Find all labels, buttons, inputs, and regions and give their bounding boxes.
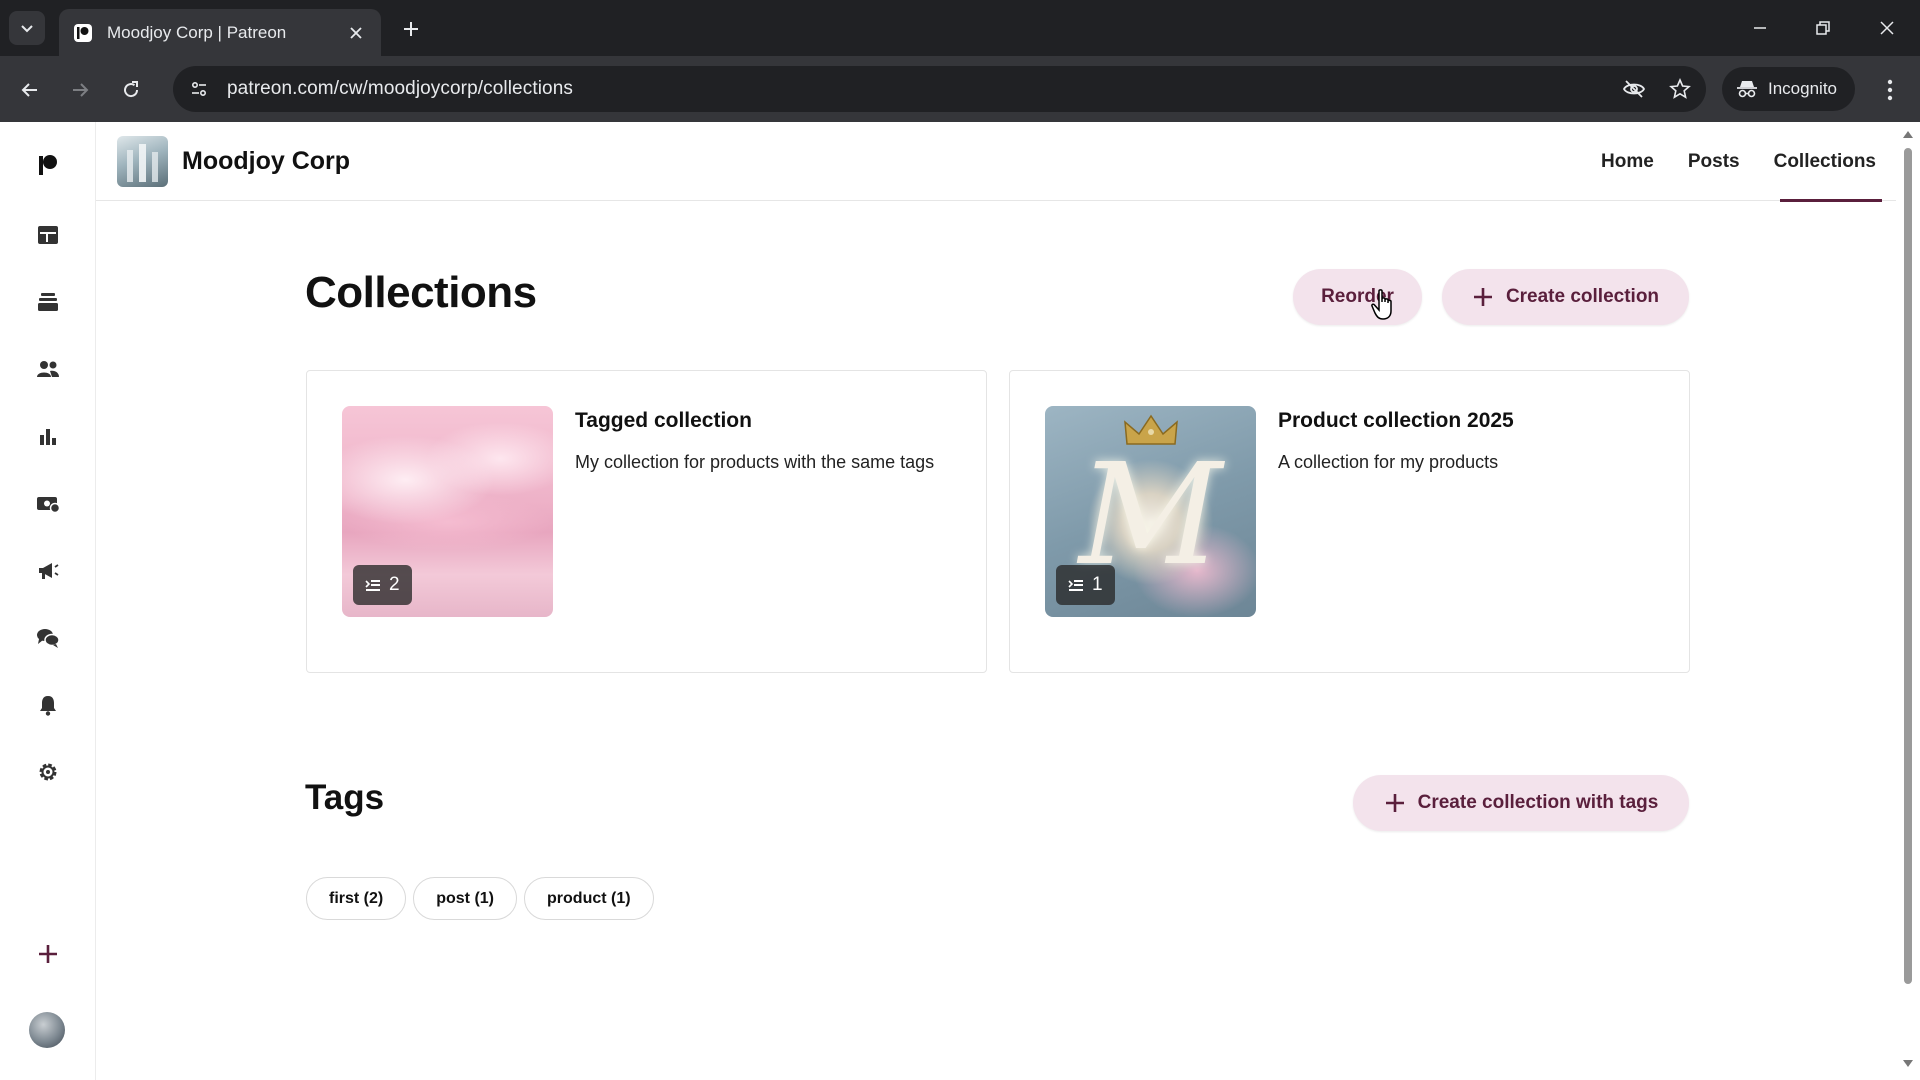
close-tab-icon[interactable] xyxy=(345,22,367,44)
collection-thumbnail: M 1 xyxy=(1045,406,1256,617)
browser-tab-active[interactable]: Moodjoy Corp | Patreon xyxy=(59,9,381,56)
payouts-icon[interactable] xyxy=(28,484,68,524)
posts-icon xyxy=(1068,580,1083,591)
minimize-window-button[interactable] xyxy=(1738,10,1782,46)
collection-card[interactable]: 2 Tagged collection My collection for pr… xyxy=(306,370,987,673)
posts-icon xyxy=(365,580,380,591)
create-collection-with-tags-label: Create collection with tags xyxy=(1417,792,1659,813)
patreon-logo-icon[interactable] xyxy=(28,145,68,185)
creator-nav: Home Posts Collections xyxy=(1567,122,1883,202)
user-avatar[interactable] xyxy=(29,1012,65,1048)
nav-home[interactable]: Home xyxy=(1601,122,1654,201)
post-count-badge: 1 xyxy=(1056,565,1115,605)
close-window-button[interactable] xyxy=(1865,10,1909,46)
page-scrollbar[interactable] xyxy=(1896,122,1920,1080)
insights-icon[interactable] xyxy=(28,417,68,457)
collection-title[interactable]: Tagged collection xyxy=(575,409,752,433)
more-vertical-icon xyxy=(1887,79,1893,101)
tag-chip[interactable]: first (2) xyxy=(306,877,407,920)
create-collection-button[interactable]: Create collection xyxy=(1442,269,1689,325)
collection-card[interactable]: M 1 Product collection 2025 A collection… xyxy=(1009,370,1690,673)
collection-thumbnail: 2 xyxy=(342,406,553,617)
plus-icon xyxy=(404,22,418,36)
arrow-right-icon xyxy=(73,83,89,97)
plus-icon xyxy=(1384,792,1406,814)
tab-search-button[interactable] xyxy=(9,11,45,45)
site-info-icon[interactable] xyxy=(179,69,219,109)
create-collection-label: Create collection xyxy=(1505,286,1660,307)
tag-chip[interactable]: post (1) xyxy=(413,877,518,920)
plus-icon xyxy=(1472,286,1494,308)
nav-collections[interactable]: Collections xyxy=(1774,122,1883,202)
scroll-up-arrow-icon[interactable] xyxy=(1903,130,1913,138)
post-count-badge: 2 xyxy=(353,565,412,605)
forward-button[interactable] xyxy=(63,73,97,107)
bookmark-star-icon[interactable] xyxy=(1660,69,1700,109)
settings-gear-icon[interactable] xyxy=(28,752,68,792)
nav-posts[interactable]: Posts xyxy=(1688,122,1740,201)
creator-avatar[interactable] xyxy=(117,136,168,187)
creator-sidebar xyxy=(0,122,96,1080)
collection-description: A collection for my products xyxy=(1278,452,1499,472)
chats-icon[interactable] xyxy=(28,618,68,658)
incognito-indicator[interactable]: Incognito xyxy=(1722,67,1855,111)
stack-icon[interactable] xyxy=(28,282,68,322)
reload-button[interactable] xyxy=(114,73,148,107)
scrollbar-thumb[interactable] xyxy=(1904,148,1912,984)
tab-title: Moodjoy Corp | Patreon xyxy=(107,22,287,42)
reorder-button[interactable]: Reorder xyxy=(1293,269,1422,325)
collection-title[interactable]: Product collection 2025 xyxy=(1278,409,1514,433)
arrow-left-icon xyxy=(21,83,37,97)
tag-chip[interactable]: product (1) xyxy=(524,877,654,920)
patreon-favicon-icon xyxy=(73,23,93,43)
audience-icon[interactable] xyxy=(28,349,68,389)
address-bar[interactable]: patreon.com/cw/moodjoycorp/collections xyxy=(173,66,1706,112)
hand-cursor-icon xyxy=(1371,289,1392,320)
promotions-icon[interactable] xyxy=(28,550,68,590)
restore-window-button[interactable] xyxy=(1801,10,1845,46)
page-title: Collections xyxy=(305,268,537,317)
browser-menu-button[interactable] xyxy=(1873,73,1907,107)
browser-toolbar: patreon.com/cw/moodjoycorp/collections I… xyxy=(0,56,1920,122)
back-button[interactable] xyxy=(13,73,47,107)
incognito-icon xyxy=(1737,81,1757,98)
new-tab-button[interactable] xyxy=(396,14,426,44)
incognito-label: Incognito xyxy=(1768,79,1837,98)
minimize-icon xyxy=(1754,27,1766,29)
url-text[interactable]: patreon.com/cw/moodjoycorp/collections xyxy=(227,78,1614,100)
close-icon xyxy=(1880,21,1894,35)
creator-name[interactable]: Moodjoy Corp xyxy=(182,147,350,176)
browser-tab-bar: Moodjoy Corp | Patreon xyxy=(0,0,1920,56)
scroll-down-arrow-icon[interactable] xyxy=(1903,1060,1913,1068)
library-icon[interactable] xyxy=(28,215,68,255)
create-plus-icon[interactable] xyxy=(28,934,68,974)
post-count: 2 xyxy=(389,574,400,595)
collection-description: My collection for products with the same… xyxy=(575,452,935,472)
tag-list: first (2) post (1) product (1) xyxy=(306,877,661,920)
chevron-down-icon xyxy=(21,25,33,33)
tracking-protection-eye-off-icon[interactable] xyxy=(1614,69,1654,109)
create-collection-with-tags-button[interactable]: Create collection with tags xyxy=(1353,775,1689,831)
restore-icon xyxy=(1816,21,1830,35)
tags-heading: Tags xyxy=(305,778,385,817)
post-count: 1 xyxy=(1092,574,1103,595)
notifications-bell-icon[interactable] xyxy=(28,685,68,725)
reload-icon xyxy=(124,81,139,98)
creator-header: Moodjoy Corp Home Posts Collections xyxy=(96,122,1896,202)
